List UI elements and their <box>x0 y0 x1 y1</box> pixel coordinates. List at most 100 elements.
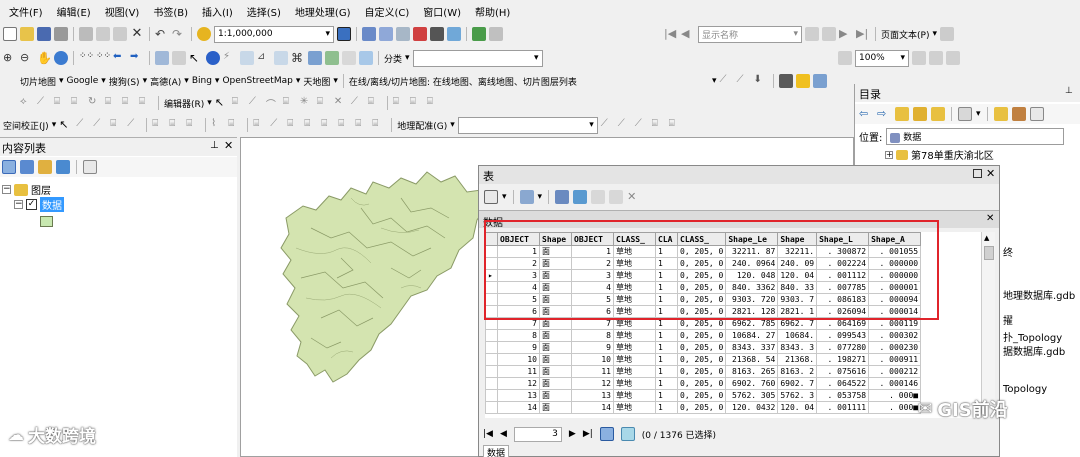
options-icon[interactable] <box>83 160 97 174</box>
table-cell[interactable]: 8343. 337 <box>725 341 779 354</box>
html-popup-icon[interactable] <box>240 51 254 65</box>
table-cell[interactable]: 面 <box>539 245 572 258</box>
straight-segment-icon[interactable]: ⟋ <box>249 96 263 110</box>
table-cell[interactable]: . 000014 <box>868 305 922 318</box>
table-cell[interactable]: 6 <box>497 305 540 318</box>
select-elements-icon[interactable]: ↖ <box>189 51 203 65</box>
list-by-drawing-order-icon[interactable] <box>2 160 16 174</box>
row-selector[interactable] <box>485 245 498 258</box>
zoom-to-link-icon[interactable]: ⌸ <box>652 118 666 132</box>
table-cell[interactable]: 0, 205, 0 <box>676 305 727 318</box>
table-cell[interactable]: 0, 205, 0 <box>676 245 727 258</box>
table-cell[interactable]: 1 <box>655 269 678 282</box>
table-cell[interactable]: 0, 205, 0 <box>676 401 727 414</box>
table-cell[interactable]: 120. 04 <box>777 401 818 414</box>
table-cell[interactable]: . 000146 <box>868 377 922 390</box>
table-cell[interactable]: 3 <box>497 269 540 282</box>
table-cell[interactable]: . 086183 <box>816 293 870 306</box>
add-control-points-icon[interactable]: ⟋ <box>601 118 615 132</box>
catalog-partial-item[interactable]: 擢 <box>1003 312 1013 327</box>
osm-menu[interactable]: OpenStreetMap <box>222 76 292 86</box>
select-features-icon[interactable] <box>155 51 169 65</box>
table-cell[interactable]: 120. 0432 <box>725 401 779 414</box>
measure-link-icon[interactable]: ⟋ <box>127 118 141 132</box>
pan-icon[interactable]: ✋ <box>37 51 52 65</box>
menu-file[interactable]: 文件(F) <box>2 4 50 19</box>
save-icon[interactable] <box>37 27 51 41</box>
google-menu[interactable]: Google <box>67 76 99 86</box>
views-icon[interactable] <box>958 107 972 121</box>
layer-name[interactable]: 数据 <box>40 197 64 212</box>
table-cell[interactable]: 6962. 785 <box>725 317 779 330</box>
map-scale-combo[interactable]: 1:1,000,000 ▾ <box>214 25 334 43</box>
table-cell[interactable]: 面 <box>539 269 572 282</box>
select-by-attributes-icon[interactable] <box>555 190 570 204</box>
bing-menu[interactable]: Bing <box>192 76 212 86</box>
search-window-icon[interactable] <box>396 27 410 41</box>
table-cell[interactable]: 8 <box>497 329 540 342</box>
table-cell[interactable]: 0, 205, 0 <box>676 353 727 366</box>
catalog-partial-item[interactable]: 终 <box>1003 244 1013 259</box>
menu-insert[interactable]: 插入(I) <box>195 4 240 19</box>
sketch-props-icon[interactable]: ⌸ <box>122 96 136 110</box>
table-cell[interactable]: . 001111 <box>816 401 870 414</box>
table-cell[interactable]: . 099543 <box>816 329 870 342</box>
table-cell[interactable]: 1 <box>655 353 678 366</box>
table-cell[interactable]: 草地 <box>613 257 656 270</box>
table-cell[interactable]: . 001055 <box>868 245 922 258</box>
table-cell[interactable]: 草地 <box>613 353 656 366</box>
table-cell[interactable]: 9303. 720 <box>725 293 779 306</box>
table-cell[interactable]: 2821. 128 <box>725 305 779 318</box>
delete-icon[interactable]: ✕ <box>130 27 144 41</box>
table-cell[interactable]: 1 <box>655 401 678 414</box>
table-row[interactable]: 7 面 7 草地 1 0, 205, 0 6962. 785 6962. 7. 064169.… <box>485 317 922 330</box>
table-cell[interactable]: 草地 <box>613 317 656 330</box>
bottom-table-tab[interactable]: 数据 <box>483 445 510 457</box>
editor-toolbar-icon[interactable] <box>337 27 351 41</box>
table-cell[interactable]: 1 <box>655 365 678 378</box>
row-selector[interactable]: ▸ <box>485 269 498 282</box>
gaode-menu[interactable]: 高德(A) <box>150 75 181 88</box>
pin-icon[interactable]: ⊥ <box>210 140 219 151</box>
clear-selection-icon[interactable] <box>591 190 606 204</box>
table-cell[interactable]: . 064522 <box>816 377 870 390</box>
display-name-combo[interactable]: 显示名称 ▾ <box>698 25 802 43</box>
menu-edit[interactable]: 编辑(E) <box>50 4 98 19</box>
table-cell[interactable]: 13 <box>571 389 614 402</box>
new-displacement-icon[interactable]: ⌸ <box>186 118 200 132</box>
layer-item-data[interactable]: − ✓ 数据 <box>14 197 64 212</box>
create-features-icon[interactable]: ⌸ <box>139 96 153 110</box>
download-icon[interactable]: ⬇ <box>754 74 768 88</box>
close-icon[interactable]: ✕ <box>224 139 233 152</box>
table-cell[interactable]: . 002224 <box>816 257 870 270</box>
catalog-partial-item[interactable]: 据数据库.gdb <box>1003 343 1065 358</box>
table-cell[interactable]: 840. 33 <box>777 281 818 294</box>
table-cell[interactable]: 面 <box>539 305 572 318</box>
table-cell[interactable]: 240. 09 <box>777 257 818 270</box>
zoom-out-icon[interactable]: ⊖ <box>20 51 34 65</box>
catalog-partial-item[interactable]: 地理数据库.gdb <box>1003 287 1075 302</box>
catalog-partial-item[interactable]: 扑_Topology <box>1003 329 1062 344</box>
record-number-input[interactable]: 3 <box>513 426 562 442</box>
table-cell[interactable]: 1 <box>655 305 678 318</box>
col-header[interactable]: Shape_Le <box>725 232 779 246</box>
first-record-icon[interactable]: |◀ <box>483 429 493 439</box>
related-tables-icon[interactable] <box>519 190 534 204</box>
collapse-icon[interactable]: − <box>14 200 23 209</box>
table-cell[interactable]: 1 <box>571 245 614 258</box>
table-cell[interactable]: 面 <box>539 353 572 366</box>
search-tile-icon[interactable] <box>795 74 810 88</box>
back-icon[interactable]: ⇦ <box>859 107 873 121</box>
vertical-scrollbar[interactable]: ▲ <box>981 232 995 418</box>
table-cell[interactable]: . 198271 <box>816 353 870 366</box>
table-cell[interactable]: . 075616 <box>816 365 870 378</box>
col-header[interactable]: Shape <box>777 232 818 246</box>
layer-combo[interactable]: ▾ <box>412 49 543 67</box>
point-icon[interactable]: ✳ <box>300 96 314 110</box>
table-cell[interactable]: 1 <box>655 329 678 342</box>
table-row[interactable]: ▸ 3 面 3 草地 1 0, 205, 0 120. 048 120. 04. 001112.… <box>485 269 922 282</box>
menu-selection[interactable]: 选择(S) <box>240 4 288 19</box>
table-row[interactable]: 6 面 6 草地 1 0, 205, 0 2821. 128 2821. 1. 026094.… <box>485 305 922 318</box>
col-header[interactable]: Shape <box>539 232 572 246</box>
table-cell[interactable]: 0, 205, 0 <box>676 293 727 306</box>
